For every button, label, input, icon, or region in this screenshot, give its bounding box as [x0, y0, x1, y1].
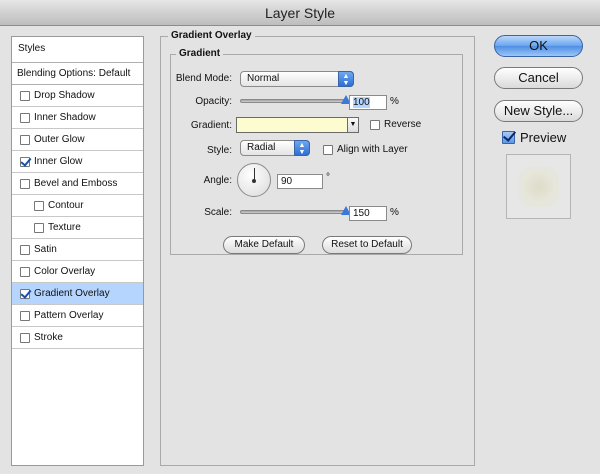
style-item-pattern-overlay[interactable]: Pattern Overlay: [12, 305, 143, 327]
style-item-label: Drop Shadow: [34, 89, 95, 101]
angle-dial-icon[interactable]: [237, 163, 271, 197]
style-checkbox[interactable]: [20, 134, 30, 145]
gradient-label: Gradient:: [190, 120, 232, 131]
scale-unit: %: [390, 207, 399, 218]
angle-value: 90: [281, 176, 293, 187]
style-item-label: Outer Glow: [34, 133, 85, 145]
style-item-label: Bevel and Emboss: [34, 177, 118, 189]
align-with-layer-label: Align with Layer: [337, 144, 408, 155]
style-checkbox[interactable]: [34, 200, 44, 211]
reverse-label: Reverse: [384, 119, 422, 130]
ok-button[interactable]: OK: [494, 35, 583, 57]
style-checkbox[interactable]: [20, 244, 30, 255]
window-title: Layer Style: [0, 0, 600, 26]
style-item-label: Pattern Overlay: [34, 309, 104, 321]
style-item-drop-shadow[interactable]: Drop Shadow: [12, 85, 143, 107]
align-checkbox-box[interactable]: [323, 144, 333, 155]
style-item-label: Satin: [34, 243, 57, 255]
style-item-label: Gradient Overlay: [34, 287, 110, 299]
gradient-subgroup-title: Gradient: [176, 48, 224, 59]
style-item-label: Inner Glow: [34, 155, 83, 167]
blend-mode-value: Normal: [247, 73, 280, 84]
style-item-label: Contour: [48, 199, 84, 211]
make-default-button[interactable]: Make Default: [223, 236, 305, 254]
reset-to-default-button[interactable]: Reset to Default: [322, 236, 412, 254]
opacity-label: Opacity:: [195, 96, 232, 107]
style-checkbox[interactable]: [20, 178, 30, 189]
style-item-outer-glow[interactable]: Outer Glow: [12, 129, 143, 151]
style-item-stroke[interactable]: Stroke: [12, 327, 143, 349]
style-checkbox[interactable]: [20, 310, 30, 321]
reverse-checkbox-box[interactable]: [370, 119, 380, 130]
popup-arrows-icon: ▲ ▼: [294, 140, 310, 156]
reverse-checkbox[interactable]: Reverse: [370, 119, 421, 130]
gradient-overlay-title: Gradient Overlay: [168, 30, 255, 41]
style-checkbox[interactable]: [20, 112, 30, 123]
opacity-value: 100: [353, 97, 370, 108]
style-item-label: Texture: [48, 221, 81, 233]
preview-swatch: [519, 167, 559, 207]
style-item-inner-glow[interactable]: Inner Glow: [12, 151, 143, 173]
scale-value: 150: [353, 208, 370, 219]
gradient-dropdown-icon[interactable]: ▼: [347, 117, 359, 133]
new-style-button[interactable]: New Style...: [494, 100, 583, 122]
style-checkbox[interactable]: [20, 266, 30, 277]
style-item-satin[interactable]: Satin: [12, 239, 143, 261]
style-label: Style:: [206, 145, 232, 156]
opacity-unit: %: [390, 96, 399, 107]
style-items: Drop Shadow Inner Shadow Outer Glow Inner G…: [12, 85, 143, 349]
style-item-label: Inner Shadow: [34, 111, 96, 123]
style-item-inner-shadow[interactable]: Inner Shadow: [12, 107, 143, 129]
preview-checkbox[interactable]: Preview: [502, 130, 566, 145]
blend-mode-label: Blend Mode:: [175, 73, 232, 84]
angle-label: Angle:: [203, 175, 232, 186]
style-select[interactable]: Radial ▲ ▼: [240, 140, 310, 156]
align-with-layer-checkbox[interactable]: Align with Layer: [323, 144, 408, 155]
gradient-swatch[interactable]: [236, 117, 348, 133]
popup-arrows-icon: ▲ ▼: [338, 71, 354, 87]
style-item-bevel-and-emboss[interactable]: Bevel and Emboss: [12, 173, 143, 195]
scale-slider-track[interactable]: [240, 210, 346, 214]
styles-header[interactable]: Styles: [12, 37, 143, 63]
preview-thumbnail: [506, 154, 571, 219]
style-checkbox[interactable]: [34, 222, 44, 233]
dialog-body: Styles Blending Options: Default Drop Sh…: [0, 26, 600, 474]
styles-list: Styles Blending Options: Default Drop Sh…: [11, 36, 144, 466]
scale-label: Scale:: [204, 207, 232, 218]
style-item-gradient-overlay[interactable]: Gradient Overlay: [12, 283, 143, 305]
blend-mode-select[interactable]: Normal ▲ ▼: [240, 71, 354, 87]
opacity-field[interactable]: 100: [349, 95, 387, 110]
cancel-button[interactable]: Cancel: [494, 67, 583, 89]
style-checkbox[interactable]: [20, 90, 30, 101]
angle-field[interactable]: 90: [277, 174, 323, 189]
style-item-texture[interactable]: Texture: [12, 217, 143, 239]
style-item-label: Stroke: [34, 331, 63, 343]
style-item-contour[interactable]: Contour: [12, 195, 143, 217]
preview-checkbox-box[interactable]: [502, 131, 515, 144]
scale-field[interactable]: 150: [349, 206, 387, 221]
style-value: Radial: [247, 142, 276, 153]
style-checkbox[interactable]: [20, 332, 30, 343]
blending-options-item[interactable]: Blending Options: Default: [12, 63, 143, 85]
preview-label: Preview: [520, 130, 567, 145]
angle-unit: °: [326, 172, 330, 183]
style-item-label: Color Overlay: [34, 265, 96, 277]
style-checkbox[interactable]: [20, 288, 30, 299]
style-item-color-overlay[interactable]: Color Overlay: [12, 261, 143, 283]
style-checkbox[interactable]: [20, 156, 30, 167]
opacity-slider-track[interactable]: [240, 99, 346, 103]
